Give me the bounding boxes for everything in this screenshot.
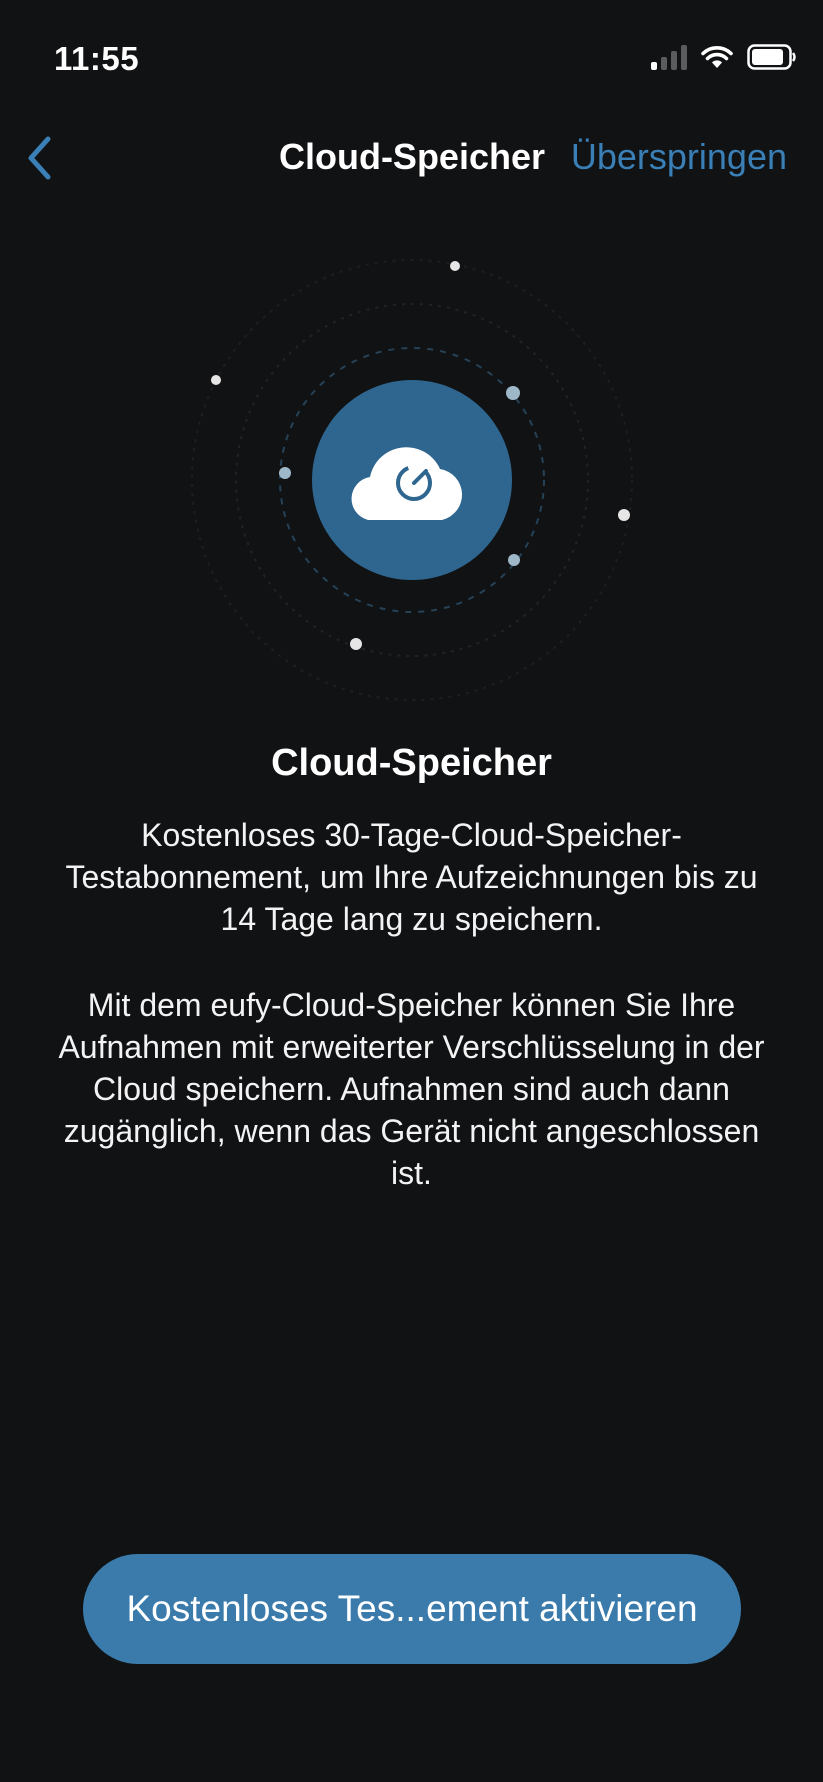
orbit-dot	[350, 638, 362, 650]
activate-trial-button[interactable]: Kostenloses Tes...ement aktivieren	[83, 1554, 741, 1664]
orbit-dot	[279, 467, 291, 479]
chevron-left-icon	[28, 136, 51, 180]
orbit-dot	[508, 554, 520, 566]
skip-button[interactable]: Überspringen	[571, 136, 787, 178]
battery-icon	[747, 44, 796, 70]
cellular-signal-icon	[651, 44, 687, 70]
orbit-dot	[506, 386, 520, 400]
orbit-dot	[618, 509, 630, 521]
status-bar: 11:55	[0, 0, 823, 110]
content-title: Cloud-Speicher	[271, 742, 552, 784]
navigation-bar: Cloud-Speicher Überspringen	[0, 120, 823, 196]
orbit-dot	[211, 375, 221, 385]
storage-description: Mit dem eufy-Cloud-Speicher können Sie I…	[58, 987, 765, 1191]
nav-title: Cloud-Speicher	[278, 136, 545, 177]
status-time: 11:55	[54, 40, 140, 77]
wifi-icon	[701, 46, 733, 68]
cloud-illustration	[0, 230, 823, 720]
back-button[interactable]	[10, 128, 70, 188]
cloud-storage-screen: 11:55 Cloud-Speicher Überspringen Cloud-…	[0, 0, 823, 1782]
status-icons	[651, 44, 797, 70]
orbit-dot	[450, 261, 460, 271]
trial-description: Kostenloses 30-Tage-Cloud-Speicher-Testa…	[65, 817, 758, 937]
